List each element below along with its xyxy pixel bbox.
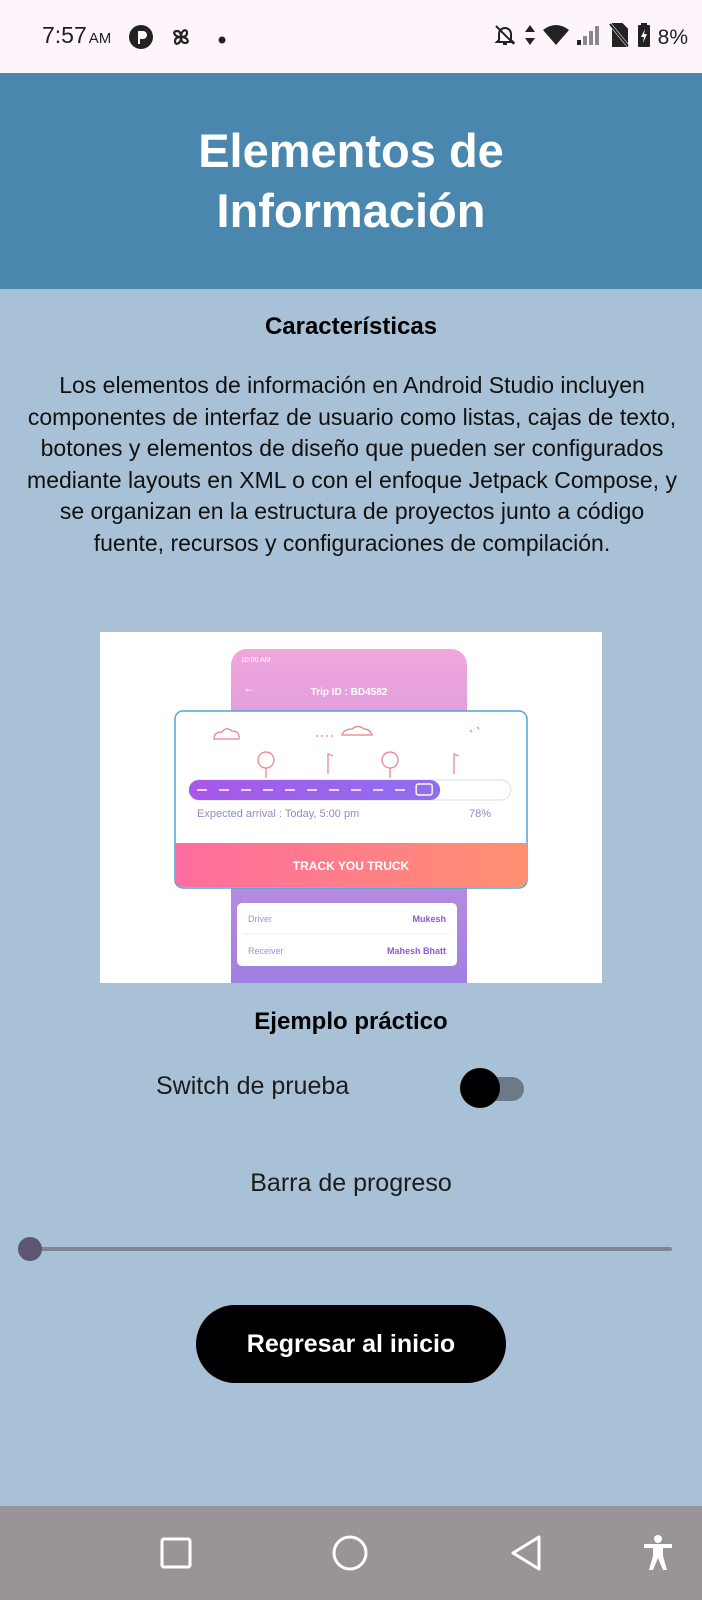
arrival-text: Expected arrival : Today, 5:00 pm <box>197 808 359 820</box>
back-to-home-button[interactable]: Regresar al inicio <box>196 1305 506 1383</box>
no-sim-icon <box>608 22 630 54</box>
progress-slider[interactable] <box>18 1234 672 1264</box>
app-p-icon <box>128 24 154 55</box>
features-description: Los elementos de información en Android … <box>27 372 677 556</box>
pinwheel-icon <box>168 24 194 55</box>
phone-time: 10:00 AM <box>241 657 271 664</box>
wifi-icon <box>542 23 570 53</box>
header: Elementos de Información <box>0 73 702 289</box>
page-title: Elementos de Información <box>198 124 504 237</box>
slider-track[interactable] <box>30 1247 672 1251</box>
triangle-back-icon[interactable] <box>504 1531 548 1575</box>
status-time-value: 7:57 <box>42 22 87 48</box>
status-time-ampm: AM <box>88 30 112 47</box>
detail-label-receiver: Receiver <box>248 946 284 956</box>
data-arrows-icon <box>524 23 536 53</box>
accessibility-icon[interactable] <box>636 1531 680 1575</box>
status-right-icons: 8% <box>492 22 688 54</box>
detail-value-receiver: Mahesh Bhatt <box>387 946 446 956</box>
phone-back-arrow-icon: ← <box>243 681 255 695</box>
battery-percent: 8% <box>657 26 688 49</box>
bell-off-icon <box>492 22 518 54</box>
example-title: Ejemplo práctico <box>254 1008 448 1035</box>
square-recent-icon[interactable] <box>154 1531 198 1575</box>
navigation-bar <box>0 1506 702 1600</box>
status-left-icons <box>128 24 226 55</box>
track-truck-label: TRACK YOU TRUCK <box>293 859 410 873</box>
features-title: Características <box>264 313 438 340</box>
progress-label: Barra de progreso <box>250 1169 452 1197</box>
switch-thumb[interactable] <box>460 1068 500 1108</box>
signal-icon <box>576 23 602 53</box>
circle-home-icon[interactable] <box>328 1531 372 1575</box>
slider-thumb[interactable] <box>18 1237 42 1261</box>
status-bar: 7:57 AM 8% <box>0 0 702 73</box>
test-switch[interactable] <box>460 1068 526 1108</box>
status-time: 7:57 AM <box>42 22 111 49</box>
battery-icon <box>636 22 652 54</box>
arrival-percent: 78% <box>469 808 491 820</box>
detail-label-driver: Driver <box>248 914 272 924</box>
trip-id: Trip ID : BD4582 <box>311 687 388 698</box>
switch-label: Switch de prueba <box>156 1072 350 1100</box>
detail-value-driver: Mukesh <box>412 914 446 924</box>
illustration-image: 10:00 AM ← Trip ID : BD4582 Expected arr… <box>100 632 602 983</box>
dot-icon <box>218 31 226 49</box>
